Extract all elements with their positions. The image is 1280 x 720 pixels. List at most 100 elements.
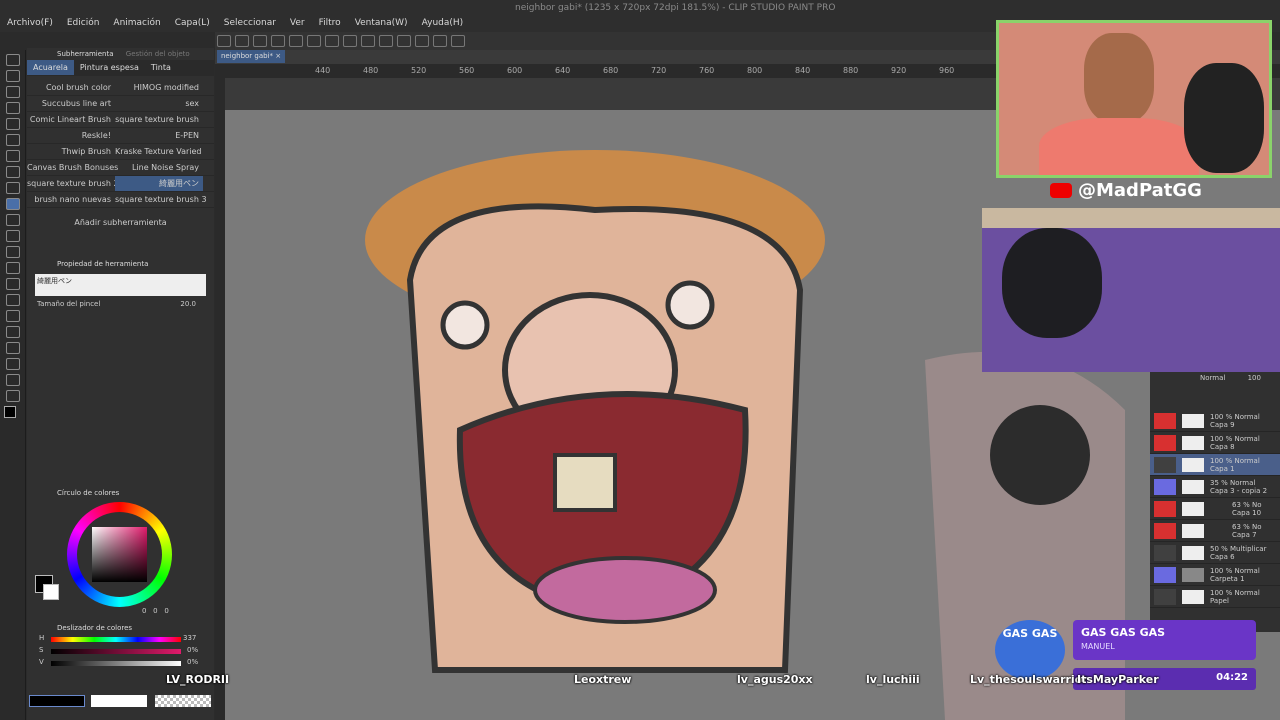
brush-name[interactable]: square texture brush bbox=[115, 112, 203, 127]
value-value[interactable]: 0% bbox=[187, 658, 198, 666]
ruler-icon[interactable] bbox=[6, 342, 20, 354]
ruler-snap-icon[interactable] bbox=[361, 35, 375, 47]
swatch-black[interactable] bbox=[29, 695, 85, 707]
main-color-swatch[interactable] bbox=[4, 406, 16, 418]
hand-icon[interactable] bbox=[6, 70, 20, 82]
layer-row[interactable]: 63 % No Capa 7 bbox=[1150, 520, 1280, 542]
eraser-icon[interactable] bbox=[6, 246, 20, 258]
eyedropper-icon[interactable] bbox=[6, 150, 20, 162]
hue-slider[interactable] bbox=[51, 637, 181, 642]
pen-icon[interactable] bbox=[6, 166, 20, 178]
brush-row[interactable]: Reskle! E-PEN bbox=[27, 128, 214, 144]
airbrush-icon[interactable] bbox=[6, 214, 20, 226]
undo-icon[interactable] bbox=[271, 35, 285, 47]
lasso-icon[interactable] bbox=[6, 118, 20, 130]
brush-name[interactable]: Kraske Texture Varied bbox=[115, 144, 203, 159]
canvas-tab[interactable]: neighbor gabi* × bbox=[217, 50, 286, 63]
brush-name[interactable]: E-PEN bbox=[115, 128, 203, 143]
save-icon[interactable] bbox=[253, 35, 267, 47]
menu-capa[interactable]: Capa(L) bbox=[168, 0, 217, 46]
brush-icon[interactable] bbox=[6, 198, 20, 210]
menu-animacion[interactable]: Animación bbox=[106, 0, 167, 46]
pen-pressure-icon[interactable] bbox=[397, 35, 411, 47]
paper-layer-row[interactable]: 100 % Normal Papel bbox=[1150, 586, 1280, 608]
hue-value[interactable]: 337 bbox=[183, 634, 196, 642]
transform-icon[interactable] bbox=[343, 35, 357, 47]
brush-name[interactable]: 綺麗用ペン bbox=[115, 176, 203, 191]
hue-ring[interactable] bbox=[67, 502, 172, 607]
swatch-white[interactable] bbox=[91, 695, 147, 707]
layer-row[interactable]: 100 % Normal Capa 9 bbox=[1150, 410, 1280, 432]
brush-name[interactable]: HIMOG modified bbox=[115, 80, 203, 95]
menu-archivo[interactable]: Archivo(F) bbox=[0, 0, 60, 46]
menu-edicion[interactable]: Edición bbox=[60, 0, 107, 46]
layer-row-selected[interactable]: 100 % Normal Capa 1 bbox=[1150, 454, 1280, 476]
brush-name[interactable]: Line Noise Spray bbox=[115, 160, 203, 175]
crop-icon[interactable] bbox=[433, 35, 447, 47]
folder-row[interactable]: 100 % Normal Carpeta 1 bbox=[1150, 564, 1280, 586]
brush-row[interactable]: Cool brush color HIMOG modified bbox=[27, 80, 214, 96]
brush-name[interactable]: Thwip Brush bbox=[27, 144, 115, 159]
figure-icon[interactable] bbox=[6, 310, 20, 322]
correct-line-icon[interactable] bbox=[6, 390, 20, 402]
wand-icon[interactable] bbox=[6, 134, 20, 146]
frame-icon[interactable] bbox=[6, 326, 20, 338]
swatch-transparent[interactable] bbox=[155, 695, 211, 707]
zoom-icon[interactable] bbox=[6, 54, 20, 66]
flip-icon[interactable] bbox=[451, 35, 465, 47]
decoration-icon[interactable] bbox=[6, 230, 20, 242]
tab-pintura-espesa[interactable]: Pintura espesa bbox=[74, 60, 145, 75]
brush-size-row[interactable]: Tamaño del pincel 20.0 bbox=[37, 300, 204, 312]
saturation-value[interactable]: 0% bbox=[187, 646, 198, 654]
brush-name[interactable]: sex bbox=[115, 96, 203, 111]
brush-row[interactable]: Thwip Brush Kraske Texture Varied bbox=[27, 144, 214, 160]
grid-snap-icon[interactable] bbox=[379, 35, 393, 47]
layer-opacity[interactable]: 100 bbox=[1248, 374, 1261, 382]
open-file-icon[interactable] bbox=[235, 35, 249, 47]
background-color[interactable] bbox=[43, 584, 59, 600]
layer-row[interactable]: 35 % Normal Capa 3 - copia 2 bbox=[1150, 476, 1280, 498]
brush-name[interactable]: square texture brush 3 bbox=[115, 192, 207, 207]
value-slider[interactable] bbox=[51, 661, 181, 666]
new-file-icon[interactable] bbox=[217, 35, 231, 47]
brush-row[interactable]: Comic Lineart Brush square texture brush bbox=[27, 112, 214, 128]
hue-slider-row[interactable]: H 337 bbox=[27, 634, 214, 646]
move-icon[interactable] bbox=[6, 86, 20, 98]
brush-name[interactable]: Reskle! bbox=[27, 128, 115, 143]
fill-icon[interactable] bbox=[325, 35, 339, 47]
gradient-icon[interactable] bbox=[6, 294, 20, 306]
balloon-icon[interactable] bbox=[6, 374, 20, 386]
tab-acuarela[interactable]: Acuarela bbox=[27, 60, 74, 75]
redo-icon[interactable] bbox=[289, 35, 303, 47]
saturation-slider[interactable] bbox=[51, 649, 181, 654]
brush-row[interactable]: square texture brush 2 綺麗用ペン bbox=[27, 176, 214, 192]
bucket-icon[interactable] bbox=[6, 278, 20, 290]
brush-name[interactable]: Succubus line art bbox=[27, 96, 115, 111]
text-icon[interactable] bbox=[6, 358, 20, 370]
add-subtool-button[interactable]: Añadir subherramienta bbox=[27, 218, 214, 227]
layer-blend-row[interactable]: Normal 100 bbox=[1150, 372, 1280, 384]
clear-icon[interactable] bbox=[307, 35, 321, 47]
select-icon[interactable] bbox=[6, 102, 20, 114]
blend-icon[interactable] bbox=[6, 262, 20, 274]
saturation-value-square[interactable] bbox=[92, 527, 147, 582]
saturation-slider-row[interactable]: S 0% bbox=[27, 646, 214, 658]
brush-row[interactable]: Canvas Brush Bonuses Line Noise Spray bbox=[27, 160, 214, 176]
value-slider-row[interactable]: V 0% bbox=[27, 658, 214, 670]
brush-row[interactable]: Succubus line art sex bbox=[27, 96, 214, 112]
brush-size-value[interactable]: 20.0 bbox=[180, 300, 196, 308]
tab-tinta[interactable]: Tinta bbox=[145, 60, 177, 75]
brush-name[interactable]: Comic Lineart Brush bbox=[27, 112, 115, 127]
stabilize-icon[interactable] bbox=[415, 35, 429, 47]
layer-blend-mode[interactable]: Normal bbox=[1200, 374, 1225, 382]
brush-name[interactable]: Canvas Brush Bonuses bbox=[27, 160, 118, 175]
layer-row[interactable]: 100 % Normal Capa 8 bbox=[1150, 432, 1280, 454]
brush-name[interactable]: square texture brush 2 bbox=[27, 176, 119, 191]
brush-name[interactable]: brush nano nuevas bbox=[27, 192, 115, 207]
subtool-panel-title[interactable]: Subherramienta bbox=[57, 50, 114, 58]
layer-row[interactable]: 50 % Multiplicar Capa 6 bbox=[1150, 542, 1280, 564]
pencil-icon[interactable] bbox=[6, 182, 20, 194]
object-panel-title[interactable]: Gestión del objeto bbox=[126, 50, 190, 58]
brush-name[interactable]: Cool brush color bbox=[27, 80, 115, 95]
brush-row[interactable]: brush nano nuevas square texture brush 3 bbox=[27, 192, 214, 208]
